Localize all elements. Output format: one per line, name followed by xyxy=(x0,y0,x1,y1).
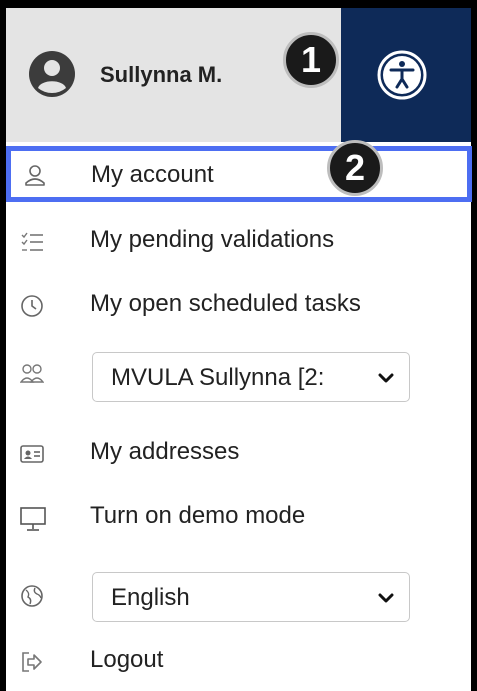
id-card-icon xyxy=(20,445,44,463)
menu-label-open-tasks: My open scheduled tasks xyxy=(90,290,361,317)
user-avatar-icon xyxy=(29,51,75,97)
language-select[interactable]: English xyxy=(92,572,410,622)
user-name: Sullynna M. xyxy=(100,62,223,87)
menu-item-open-tasks[interactable]: My open scheduled tasks xyxy=(6,276,471,336)
frame-border-right xyxy=(471,0,477,691)
step-badge-2: 2 xyxy=(327,140,383,196)
user-icon xyxy=(25,165,45,186)
logout-icon xyxy=(22,652,42,672)
profile-select-value: MVULA Sullynna [2: xyxy=(111,364,325,391)
list-check-icon xyxy=(21,232,43,251)
menu-item-profile: MVULA Sullynna [2: xyxy=(6,340,471,412)
menu-item-my-addresses[interactable]: My addresses xyxy=(6,424,471,484)
menu-label-my-account: My account xyxy=(91,161,214,188)
menu-item-my-account[interactable]: My account xyxy=(6,146,472,202)
step-badge-1: 1 xyxy=(283,32,339,88)
menu-header: Sullynna M. 1 xyxy=(6,8,471,142)
frame-border-top xyxy=(0,0,477,8)
globe-icon xyxy=(21,585,43,607)
users-icon xyxy=(20,364,44,383)
menu-label-my-addresses: My addresses xyxy=(90,438,240,465)
menu-item-logout[interactable]: Logout xyxy=(6,632,471,691)
monitor-icon xyxy=(20,507,46,531)
profile-select[interactable]: MVULA Sullynna [2: xyxy=(92,352,410,402)
language-select-value: English xyxy=(111,584,190,611)
clock-icon xyxy=(21,295,43,317)
menu-label-demo-mode: Turn on demo mode xyxy=(90,502,306,529)
menu-label-pending-validations: My pending validations xyxy=(90,226,335,253)
chevron-down-icon xyxy=(378,593,394,603)
accessibility-icon xyxy=(377,50,427,100)
menu-item-language: English xyxy=(6,562,471,634)
chevron-down-icon xyxy=(378,373,394,383)
accessibility-button[interactable] xyxy=(341,8,471,142)
user-menu-panel: Sullynna M. 1 My account My pending vali… xyxy=(0,0,477,691)
menu-label-logout: Logout xyxy=(90,646,164,673)
menu-item-pending-validations[interactable]: My pending validations xyxy=(6,212,471,272)
menu-item-demo-mode[interactable]: Turn on demo mode xyxy=(6,488,471,548)
